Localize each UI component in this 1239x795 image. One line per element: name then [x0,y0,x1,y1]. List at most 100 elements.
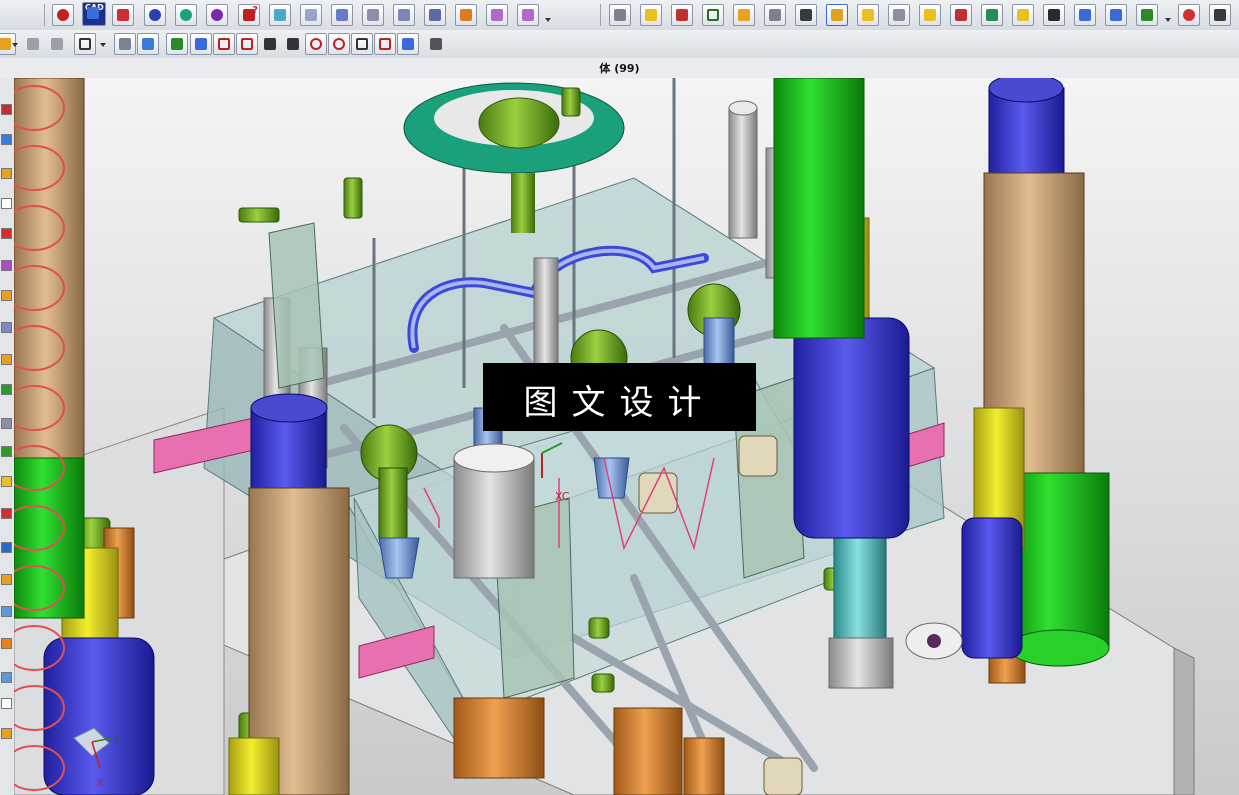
sprue-bushing [478,97,560,149]
library-icon[interactable] [1,476,12,487]
eraser-icon[interactable] [640,4,662,26]
grid-snap-icon[interactable] [671,4,693,26]
rectangle-select-icon[interactable] [74,33,96,55]
electrode-icon[interactable] [424,4,446,26]
curve-icon[interactable] [259,33,281,55]
wcs-icon[interactable] [702,4,724,26]
toolbar-separator [44,4,45,26]
part-navigator-icon[interactable] [1,134,12,145]
stop-icon[interactable] [52,4,74,26]
pin-question-icon[interactable]: ? [238,4,260,26]
mold-assembly-model: XC Y X [14,78,1239,795]
grid-icon[interactable] [425,33,447,55]
ejector-icon[interactable] [1178,4,1200,26]
table-icon[interactable] [1209,4,1231,26]
drawing-icon[interactable] [486,4,508,26]
cooling-icon[interactable] [269,4,291,26]
grid-point-icon[interactable] [190,33,212,55]
wrench-icon[interactable] [1,418,12,429]
plate-icon[interactable] [888,4,910,26]
spreadsheet-icon[interactable] [1,728,12,739]
center-icon[interactable] [305,33,327,55]
insert-icon[interactable] [362,4,384,26]
section-icon[interactable] [950,4,972,26]
assembly-navigator-icon[interactable] [1,104,12,115]
main-toolbar: CAD ? [0,0,1239,31]
template-icon[interactable] [1,574,12,585]
layer-icon[interactable] [609,4,631,26]
csys-label: XC [555,490,570,503]
reuse-library-icon[interactable] [1,168,12,179]
triad-x-label: X [97,778,104,789]
point-on-curve-icon[interactable] [351,33,373,55]
watermark-banner: 图文设计 [483,363,756,431]
sprue-body [511,173,535,233]
roles-icon[interactable] [1,322,12,333]
resource-bar [0,78,15,795]
house-icon[interactable] [981,4,1003,26]
viewport-title: 体 (99) [599,62,640,75]
box-view-icon[interactable] [1,606,12,617]
body-filter-icon[interactable] [114,33,136,55]
washer-hole [927,634,941,648]
fit-icon[interactable] [1074,4,1096,26]
stack-icon[interactable] [857,4,879,26]
point-snap-icon[interactable] [166,33,188,55]
sprue-bushing-icon[interactable] [206,4,228,26]
face-filter-icon[interactable] [137,33,159,55]
cad-label: CAD [85,3,104,12]
selection-toolbar [0,30,1239,59]
select-dropdown-icon[interactable] [100,43,106,47]
snap-point-icon[interactable] [22,33,44,55]
endpoint-icon[interactable] [213,33,235,55]
face-point-icon[interactable] [397,33,419,55]
analysis-icon[interactable] [1,542,12,553]
left-spring [43,637,155,795]
document-icon[interactable] [1,698,12,709]
filter-dropdown-icon[interactable] [12,43,18,47]
measure-icon[interactable] [1136,4,1158,26]
system-materials-icon[interactable] [1,260,12,271]
viewport-titlebar: 体 (99) [0,58,1239,79]
frame-icon[interactable] [795,4,817,26]
lifter-icon[interactable] [331,4,353,26]
box-icon[interactable] [764,4,786,26]
fastener-icon[interactable] [919,4,941,26]
history-icon[interactable] [1,228,12,239]
web-browser-icon[interactable] [1,198,12,209]
pocket-icon[interactable] [393,4,415,26]
intersection-icon[interactable] [282,33,304,55]
validate-icon[interactable] [1,446,12,457]
check-icon[interactable] [1,384,12,395]
midpoint-icon[interactable] [236,33,258,55]
process-studio-icon[interactable] [1,290,12,301]
snap-end-icon[interactable] [46,33,68,55]
watermark-text: 图文设计 [523,383,716,423]
pin-icon[interactable] [1,638,12,649]
edit-icon[interactable] [1,672,12,683]
hole-table-icon[interactable] [517,4,539,26]
ejector-pin-icon[interactable] [112,4,134,26]
toolbar-separator [600,4,601,26]
toolbar-overflow-icon[interactable] [545,18,551,22]
mold-wizard-icon[interactable] [1,354,12,365]
tools-icon[interactable] [826,4,848,26]
center-post-top [453,443,535,473]
center-post [453,457,535,579]
quadrant-icon[interactable] [328,33,350,55]
graphics-window[interactable]: XC Y X [14,78,1239,795]
locating-ring-icon[interactable] [175,4,197,26]
tangent-icon[interactable] [374,33,396,55]
block-icon[interactable] [733,4,755,26]
ground-icon[interactable] [1012,4,1034,26]
triad-y-label: Y [113,736,121,747]
cube-icon[interactable] [1,508,12,519]
pattern-icon[interactable] [1043,4,1065,26]
clamp-plate-side [1173,647,1195,795]
bom-icon[interactable] [455,4,477,26]
cad-button[interactable]: CAD [82,2,106,26]
gate-icon[interactable] [144,4,166,26]
slider-icon[interactable] [300,4,322,26]
measure-dropdown-icon[interactable] [1165,18,1171,22]
view-icon[interactable] [1105,4,1127,26]
